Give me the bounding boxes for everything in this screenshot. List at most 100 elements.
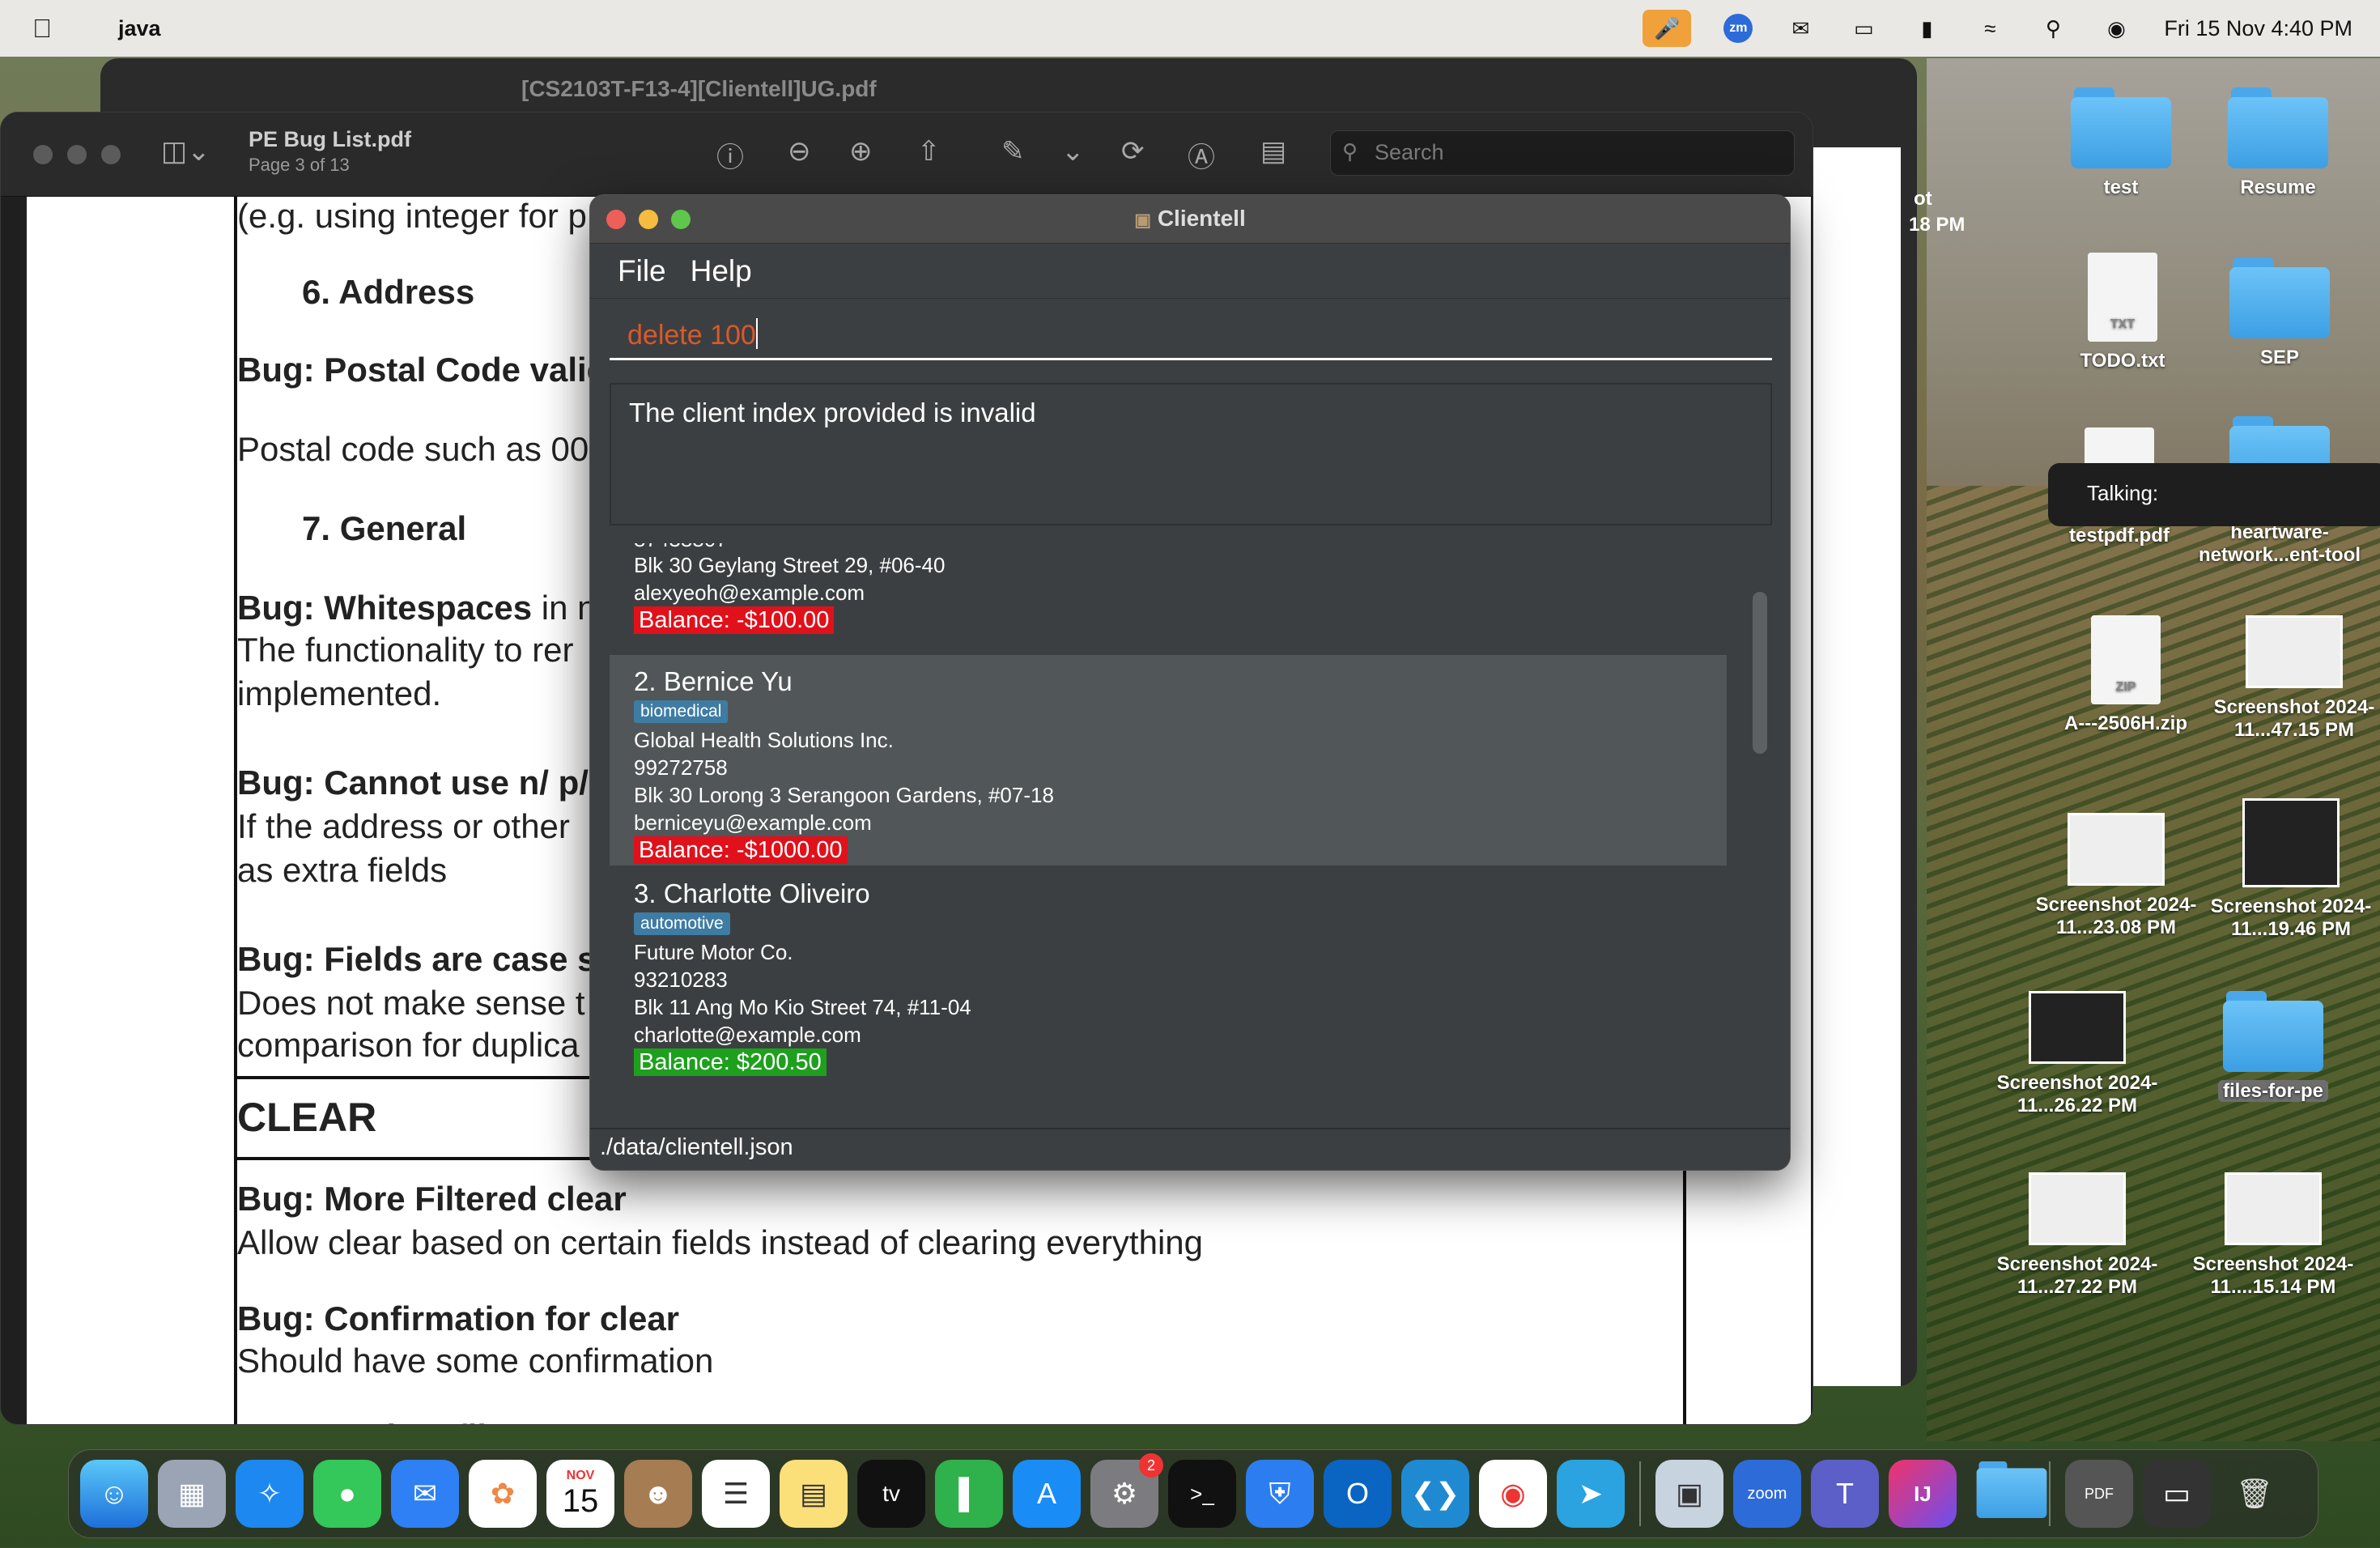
desktop-partial-label: 18 PM [1909, 214, 1966, 236]
system-settings-icon[interactable]: ⚙ 2 [1090, 1453, 1163, 1528]
wifi-icon[interactable]: ≈ [1974, 15, 2005, 42]
clientell-titlebar[interactable]: ▣ Clientell [590, 195, 1790, 244]
recent-pdf-icon[interactable]: PDF [2065, 1460, 2133, 1528]
vscode-icon[interactable]: ❮❯ [1401, 1460, 1469, 1528]
info-icon[interactable]: ⓘ [716, 135, 744, 175]
highlight-icon[interactable]: Ⓐ [1188, 135, 1215, 175]
desktop-item-sep[interactable]: SEP [2199, 257, 2361, 369]
client-balance: Balance: $200.50 [634, 1048, 827, 1076]
outlook-icon[interactable]: O [1324, 1460, 1392, 1528]
desktop-item-screenshot[interactable]: Screenshot 2024-11...47.15 PM [2213, 615, 2375, 742]
desktop-item-screenshot[interactable]: Screenshot 2024-11...23.08 PM [2035, 813, 2197, 939]
folder-icon[interactable] [1966, 1460, 2047, 1528]
display-icon[interactable]: ▭ [1848, 15, 1879, 42]
desktop-item-files-for-pe[interactable]: files-for-pe [2192, 976, 2354, 1103]
desktop-item-screenshot[interactable]: Screenshot 2024-11...27.22 PM [1996, 1172, 2158, 1299]
trash-icon[interactable]: 🗑 [2221, 1460, 2289, 1528]
bitwarden-icon[interactable]: ⛨ [1246, 1460, 1314, 1528]
clientell-window[interactable]: ▣ Clientell File Help delete 100 The cli… [589, 194, 1791, 1171]
reminders-icon[interactable]: ☰ [702, 1460, 770, 1528]
folder-icon [2228, 87, 2328, 168]
share-icon[interactable]: ⇧ [917, 135, 941, 168]
pdf-toolbar: ◫⌄ PE Bug List.pdf Page 3 of 13 ⓘ ⊖ ⊕ ⇧ … [1, 113, 1813, 197]
zoom-icon[interactable]: zoom [1733, 1460, 1801, 1528]
macos-menu-bar:  java 🎤 zm ✉ ▭ ▮ ≈ ⚲ ◉ Fri 15 Nov 4:40 … [0, 0, 2380, 57]
desktop-item-label: Screenshot 2024-11...47.15 PM [2213, 696, 2375, 741]
desktop-item-screenshot[interactable]: Screenshot 2024-11....15.14 PM [2192, 1172, 2354, 1299]
file-type-badge: ZIP [2115, 680, 2136, 694]
pdf-window-title: [CS2103T-F13-4][Clientell]UG.pdf [521, 76, 877, 101]
desktop-item-resume[interactable]: Resume [2197, 87, 2359, 199]
zoom-status-icon[interactable]: zm [1723, 14, 1753, 43]
chrome-icon[interactable]: ◉ [1479, 1460, 1547, 1528]
spotlight-search-icon[interactable]: ⚲ [2038, 15, 2068, 42]
doc-line: The functionality to rer [237, 631, 574, 669]
outlook-status-icon[interactable]: ✉ [1785, 15, 1816, 42]
dock: ☺ ▦ ✧ ● ✉ ✿ NOV 15 ☻ ☰ ▤ tv ▌ A ⚙ 2 >_ ⛨ … [68, 1449, 2318, 1538]
microphone-icon[interactable]: 🎤 [1643, 10, 1692, 47]
client-list-scrollbar[interactable] [1753, 592, 1767, 754]
client-card-selected[interactable]: 2. Bernice Yu biomedical Global Health S… [610, 655, 1727, 865]
zoom-window-button[interactable] [101, 145, 121, 164]
active-app-name[interactable]: java [118, 16, 161, 41]
desktop-item-label: SEP [2259, 347, 2300, 368]
launchpad-icon[interactable]: ▦ [158, 1460, 226, 1528]
recent-window-icon[interactable]: ▭ [2143, 1460, 2211, 1528]
client-card[interactable]: 3. Charlotte Oliveiro automotive Future … [610, 867, 1727, 1078]
calendar-icon[interactable]: NOV 15 [546, 1460, 614, 1528]
client-phone: 99272758 [634, 755, 728, 780]
markup-pen-icon[interactable]: ✎ [1001, 135, 1025, 168]
client-name: 3. Charlotte Oliveiro [634, 878, 870, 908]
doc-bug-title: Bug: Confirmation for clear [237, 1299, 680, 1337]
doc-line: Allow clear based on certain fields inst… [237, 1223, 1204, 1261]
rotate-icon[interactable]: ⟳ [1121, 135, 1145, 168]
doc-heading: 6. Address [302, 273, 475, 311]
close-window-button[interactable] [33, 145, 53, 164]
teams-icon[interactable]: T [1811, 1460, 1879, 1528]
contacts-icon[interactable]: ☻ [624, 1460, 692, 1528]
preview-icon[interactable]: ▣ [1655, 1460, 1723, 1528]
telegram-icon[interactable]: ➤ [1557, 1460, 1625, 1528]
client-card[interactable]: 87438807 Blk 30 Geylang Street 29, #06-4… [610, 543, 1727, 655]
intellij-icon[interactable]: IJ [1889, 1460, 1957, 1528]
command-input[interactable]: delete 100 [610, 308, 1772, 360]
doc-bug-title-bold: Bug: Whitespaces [237, 589, 533, 627]
desktop-item-screenshot[interactable]: Screenshot 2024-11...26.22 PM [1996, 991, 2158, 1117]
screenshot-icon [2246, 615, 2343, 688]
menu-help[interactable]: Help [691, 254, 752, 288]
desktop-item-zip[interactable]: ZIP A---2506H.zip [2045, 615, 2207, 735]
numbers-icon[interactable]: ▌ [935, 1460, 1003, 1528]
folder-icon [2229, 416, 2330, 497]
client-list[interactable]: 87438807 Blk 30 Geylang Street 29, #06-4… [610, 543, 1772, 1078]
sidebar-toggle-icon[interactable]: ◫⌄ [161, 135, 210, 168]
apple-logo-icon[interactable]:  [32, 14, 62, 44]
zoom-in-icon[interactable]: ⊕ [849, 135, 873, 168]
terminal-icon[interactable]: >_ [1168, 1460, 1236, 1528]
battery-icon[interactable]: ▮ [1911, 15, 1942, 42]
doc-bug-title-rest: in n [541, 589, 597, 627]
desktop-item-screenshot[interactable]: Screenshot 2024-11...19.46 PM [2210, 798, 2372, 941]
notes-icon[interactable]: ▤ [780, 1460, 848, 1528]
photos-icon[interactable]: ✿ [469, 1460, 537, 1528]
desktop-partial-label: ot [1914, 188, 1932, 210]
pdf-search-field[interactable]: ⚲ Search [1330, 130, 1795, 176]
form-fill-icon[interactable]: ▤ [1260, 135, 1286, 168]
folder-icon [2229, 257, 2330, 338]
app-store-icon[interactable]: A [1013, 1460, 1081, 1528]
data-file-path: ./data/clientell.json [600, 1134, 793, 1160]
client-email: berniceyu@example.com [634, 810, 872, 835]
control-center-icon[interactable]: ◉ [2101, 15, 2131, 42]
apple-tv-icon[interactable]: tv [857, 1460, 925, 1528]
minimize-window-button[interactable] [67, 145, 87, 164]
desktop-item-label: testpdf.pdf [2069, 525, 2170, 546]
menu-file[interactable]: File [618, 254, 666, 288]
mail-icon[interactable]: ✉ [391, 1460, 459, 1528]
desktop-item-todo[interactable]: TXT TODO.txt [2042, 253, 2204, 372]
desktop-item-test[interactable]: test [2040, 87, 2202, 199]
safari-icon[interactable]: ✧ [236, 1460, 304, 1528]
chevron-down-icon[interactable]: ⌄ [1061, 135, 1085, 168]
menu-bar-clock[interactable]: Fri 15 Nov 4:40 PM [2164, 16, 2352, 41]
messages-icon[interactable]: ● [313, 1460, 381, 1528]
zoom-out-icon[interactable]: ⊖ [788, 135, 811, 168]
finder-icon[interactable]: ☺ [80, 1460, 148, 1528]
